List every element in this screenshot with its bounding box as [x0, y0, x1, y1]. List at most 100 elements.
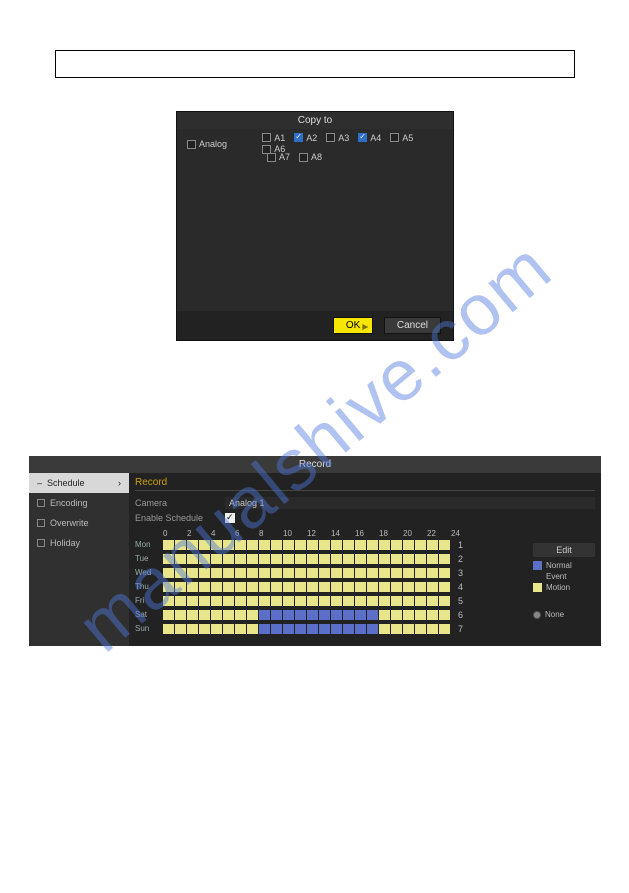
schedule-cell[interactable]	[211, 540, 223, 550]
schedule-cell[interactable]	[427, 540, 439, 550]
checkbox-icon[interactable]	[326, 133, 335, 142]
schedule-cell[interactable]	[343, 596, 355, 606]
schedule-cell[interactable]	[211, 568, 223, 578]
schedule-cell[interactable]	[343, 624, 355, 634]
schedule-cell[interactable]	[199, 540, 211, 550]
schedule-cell[interactable]	[403, 554, 415, 564]
schedule-cell[interactable]	[223, 582, 235, 592]
schedule-cell[interactable]	[415, 596, 427, 606]
schedule-cell[interactable]	[295, 596, 307, 606]
schedule-bar[interactable]	[163, 610, 451, 620]
schedule-cell[interactable]	[283, 568, 295, 578]
checkbox-icon[interactable]	[390, 133, 399, 142]
schedule-cell[interactable]	[319, 554, 331, 564]
channel-A4[interactable]: A4	[358, 133, 390, 143]
schedule-cell[interactable]	[259, 540, 271, 550]
schedule-cell[interactable]	[343, 568, 355, 578]
schedule-cell[interactable]	[331, 568, 343, 578]
schedule-cell[interactable]	[319, 610, 331, 620]
schedule-cell[interactable]	[355, 610, 367, 620]
sidebar-item-encoding[interactable]: Encoding	[29, 493, 129, 513]
schedule-cell[interactable]	[223, 540, 235, 550]
schedule-cell[interactable]	[331, 540, 343, 550]
schedule-cell[interactable]	[295, 540, 307, 550]
schedule-cell[interactable]	[307, 568, 319, 578]
schedule-cell[interactable]	[235, 596, 247, 606]
checkbox-icon[interactable]	[358, 133, 367, 142]
schedule-cell[interactable]	[439, 596, 451, 606]
schedule-cell[interactable]	[223, 568, 235, 578]
schedule-cell[interactable]	[223, 554, 235, 564]
schedule-cell[interactable]	[355, 554, 367, 564]
schedule-cell[interactable]	[427, 596, 439, 606]
schedule-cell[interactable]	[379, 624, 391, 634]
schedule-cell[interactable]	[187, 596, 199, 606]
cancel-button[interactable]: Cancel	[384, 317, 441, 334]
schedule-cell[interactable]	[283, 596, 295, 606]
schedule-cell[interactable]	[367, 540, 379, 550]
schedule-cell[interactable]	[295, 624, 307, 634]
schedule-cell[interactable]	[343, 582, 355, 592]
schedule-cell[interactable]	[235, 568, 247, 578]
schedule-cell[interactable]	[355, 582, 367, 592]
schedule-cell[interactable]	[379, 582, 391, 592]
schedule-cell[interactable]	[163, 610, 175, 620]
schedule-cell[interactable]	[187, 554, 199, 564]
schedule-cell[interactable]	[439, 624, 451, 634]
schedule-cell[interactable]	[355, 568, 367, 578]
enable-checkbox[interactable]	[225, 513, 235, 523]
schedule-cell[interactable]	[175, 582, 187, 592]
channel-A5[interactable]: A5	[390, 133, 422, 143]
schedule-cell[interactable]	[235, 624, 247, 634]
schedule-cell[interactable]	[283, 554, 295, 564]
schedule-cell[interactable]	[391, 568, 403, 578]
schedule-cell[interactable]	[343, 554, 355, 564]
schedule-cell[interactable]	[331, 624, 343, 634]
schedule-cell[interactable]	[163, 582, 175, 592]
schedule-cell[interactable]	[415, 582, 427, 592]
schedule-cell[interactable]	[307, 582, 319, 592]
schedule-cell[interactable]	[175, 610, 187, 620]
swatch-none[interactable]	[533, 611, 541, 619]
schedule-cell[interactable]	[223, 596, 235, 606]
schedule-cell[interactable]	[331, 610, 343, 620]
ok-button[interactable]: OK	[333, 317, 373, 334]
schedule-cell[interactable]	[367, 624, 379, 634]
schedule-bar[interactable]	[163, 554, 451, 564]
schedule-cell[interactable]	[187, 582, 199, 592]
schedule-cell[interactable]	[271, 554, 283, 564]
schedule-cell[interactable]	[175, 624, 187, 634]
channel-A3[interactable]: A3	[326, 133, 358, 143]
schedule-cell[interactable]	[319, 596, 331, 606]
schedule-cell[interactable]	[403, 624, 415, 634]
schedule-cell[interactable]	[199, 554, 211, 564]
swatch-motion[interactable]	[533, 583, 542, 592]
analog-checkbox[interactable]	[187, 140, 196, 149]
schedule-cell[interactable]	[415, 554, 427, 564]
schedule-cell[interactable]	[427, 610, 439, 620]
sidebar-item-schedule[interactable]: – Schedule›	[29, 473, 129, 493]
schedule-cell[interactable]	[259, 554, 271, 564]
sidebar-item-holiday[interactable]: Holiday	[29, 533, 129, 553]
schedule-cell[interactable]	[271, 582, 283, 592]
schedule-bar[interactable]	[163, 540, 451, 550]
schedule-cell[interactable]	[439, 554, 451, 564]
schedule-cell[interactable]	[379, 540, 391, 550]
schedule-cell[interactable]	[283, 610, 295, 620]
sidebar-item-overwrite[interactable]: Overwrite	[29, 513, 129, 533]
schedule-cell[interactable]	[259, 568, 271, 578]
schedule-cell[interactable]	[283, 540, 295, 550]
camera-select[interactable]: Analog 1	[225, 497, 595, 509]
schedule-cell[interactable]	[235, 610, 247, 620]
schedule-cell[interactable]	[403, 596, 415, 606]
schedule-bar[interactable]	[163, 568, 451, 578]
schedule-cell[interactable]	[247, 596, 259, 606]
schedule-cell[interactable]	[307, 540, 319, 550]
schedule-bar[interactable]	[163, 596, 451, 606]
schedule-cell[interactable]	[199, 582, 211, 592]
schedule-cell[interactable]	[379, 568, 391, 578]
schedule-cell[interactable]	[379, 596, 391, 606]
schedule-cell[interactable]	[247, 582, 259, 592]
schedule-cell[interactable]	[163, 596, 175, 606]
schedule-cell[interactable]	[307, 554, 319, 564]
